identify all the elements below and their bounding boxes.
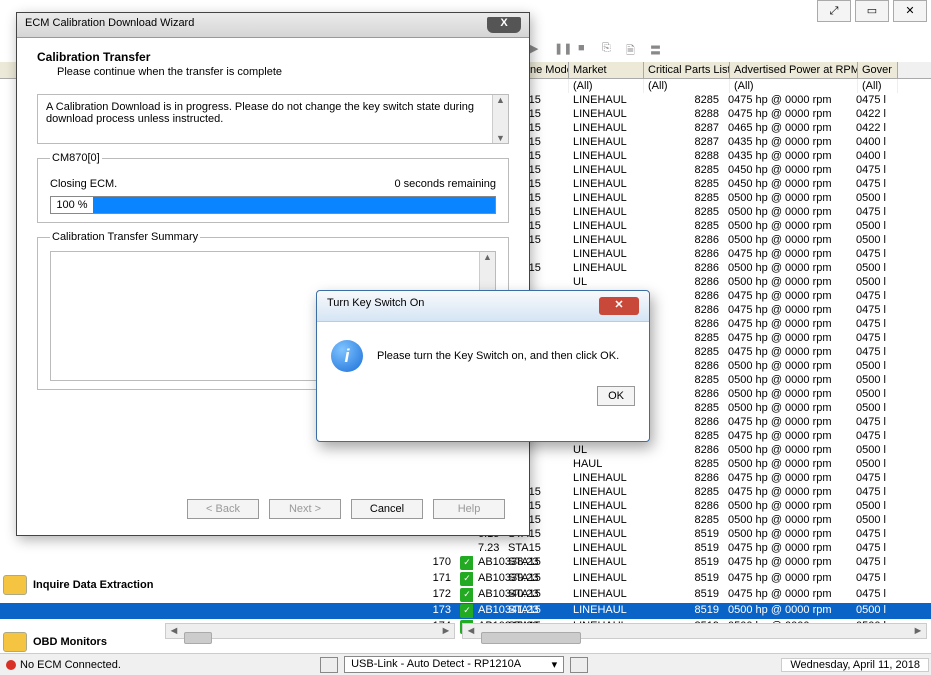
message-scrollbar[interactable] xyxy=(492,95,508,143)
table-row[interactable]: 170✓AB10338.23STA15LINEHAUL85190475 hp @… xyxy=(0,555,931,571)
progress-fill xyxy=(93,197,495,213)
summary-label: Calibration Transfer Summary xyxy=(50,231,200,243)
wizard-title: ECM Calibration Download Wizard xyxy=(25,17,194,33)
copy-icon[interactable]: ⎘ xyxy=(602,42,618,58)
column-header[interactable]: Market xyxy=(569,62,644,78)
refresh-icon[interactable] xyxy=(570,657,588,673)
stop-icon[interactable]: ■ xyxy=(578,42,594,58)
back-button: < Back xyxy=(187,499,259,519)
obd-icon xyxy=(3,632,27,652)
status-text: No ECM Connected. xyxy=(20,659,121,671)
column-header[interactable]: Critical Parts List xyxy=(644,62,730,78)
grid-icon[interactable]: 〓 xyxy=(650,42,666,58)
popup-title: Turn Key Switch On xyxy=(327,297,424,315)
device-icon[interactable] xyxy=(320,657,338,673)
ok-button[interactable]: OK xyxy=(597,386,635,406)
download-message: A Calibration Download is in progress. P… xyxy=(46,101,474,125)
extract-icon xyxy=(3,575,27,595)
adapter-combo[interactable]: USB-Link - Auto Detect - RP1210A▾ xyxy=(344,656,564,673)
progress-group: CM870[0] Closing ECM. 0 seconds remainin… xyxy=(37,152,509,223)
progress-bar: 100 % xyxy=(50,196,496,214)
column-header[interactable]: Advertised Power at RPM xyxy=(730,62,858,78)
info-icon: i xyxy=(331,340,363,372)
doc-icon[interactable]: 🗎 xyxy=(626,42,642,58)
cancel-button[interactable]: Cancel xyxy=(351,499,423,519)
status-indicator-icon xyxy=(6,660,16,670)
next-button: Next > xyxy=(269,499,341,519)
popup-close-button[interactable]: ✕ xyxy=(599,297,639,315)
remaining-text: 0 seconds remaining xyxy=(394,178,496,190)
table-row[interactable]: 7.23STA15LINEHAUL85190475 hp @ 0000 rpm0… xyxy=(0,541,931,555)
table-row[interactable]: 173✓AB10341.23STA15LINEHAUL85190500 hp @… xyxy=(0,603,931,619)
closing-text: Closing ECM. xyxy=(50,178,117,190)
column-filter[interactable]: (All) xyxy=(569,79,644,93)
column-header[interactable]: Gover xyxy=(858,62,898,78)
column-filter[interactable]: (All) xyxy=(730,79,858,93)
section-title: Calibration Transfer xyxy=(37,50,509,64)
progress-percent: 100 % xyxy=(51,199,93,211)
left-hscroll[interactable]: ◄► xyxy=(165,623,455,639)
message-box: A Calibration Download is in progress. P… xyxy=(37,94,509,144)
download-wizard-dialog: ECM Calibration Download Wizard X Calibr… xyxy=(16,12,530,536)
column-filter[interactable]: (All) xyxy=(644,79,730,93)
sidebar-label: OBD Monitors xyxy=(33,636,107,648)
sidebar-item-obd[interactable]: OBD Monitors xyxy=(3,632,107,652)
column-filter[interactable]: (All) xyxy=(858,79,898,93)
key-switch-popup: Turn Key Switch On ✕ i Please turn the K… xyxy=(316,290,650,442)
restore-icon[interactable]: ▭ xyxy=(855,0,889,22)
sidebar-item-inquire[interactable]: Inquire Data Extraction xyxy=(3,575,153,595)
adapter-value: USB-Link - Auto Detect - RP1210A xyxy=(351,658,521,671)
right-hscroll[interactable]: ◄► xyxy=(462,623,927,639)
play-icon[interactable]: ▶ xyxy=(530,42,546,58)
pause-icon[interactable]: ❚❚ xyxy=(554,42,570,58)
help-button: Help xyxy=(433,499,505,519)
wizard-close-button[interactable]: X xyxy=(487,17,521,33)
popup-message: Please turn the Key Switch on, and then … xyxy=(377,350,619,362)
sidebar-label: Inquire Data Extraction xyxy=(33,579,153,591)
section-subtitle: Please continue when the transfer is com… xyxy=(57,66,509,78)
status-date: Wednesday, April 11, 2018 xyxy=(781,658,929,672)
module-label: CM870[0] xyxy=(50,152,102,164)
status-bar: No ECM Connected. USB-Link - Auto Detect… xyxy=(0,653,931,675)
close-icon[interactable]: ✕ xyxy=(893,0,927,22)
expand-icon[interactable]: ⤢ xyxy=(817,0,851,22)
